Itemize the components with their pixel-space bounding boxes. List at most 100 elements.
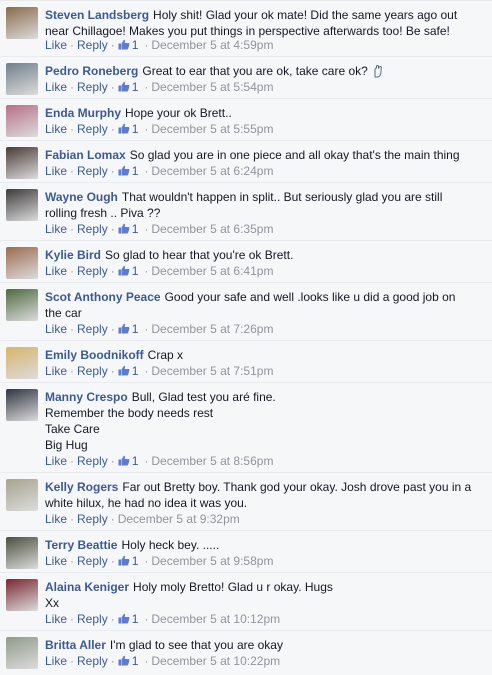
commenter-name[interactable]: Scot Anthony Peace	[45, 290, 161, 304]
like-count[interactable]: 1	[132, 264, 139, 278]
reply-link[interactable]: Reply	[77, 554, 108, 568]
avatar[interactable]	[6, 105, 38, 137]
separator: ·	[144, 454, 149, 468]
like-count[interactable]: 1	[132, 612, 139, 626]
reply-link[interactable]: Reply	[77, 364, 108, 378]
reply-link[interactable]: Reply	[77, 654, 108, 668]
like-link[interactable]: Like	[45, 554, 67, 568]
commenter-name[interactable]: Fabian Lomax	[45, 148, 126, 162]
avatar[interactable]	[6, 147, 38, 179]
like-link[interactable]: Like	[45, 264, 67, 278]
thumbs-up-icon	[118, 655, 130, 666]
like-count[interactable]: 1	[132, 454, 139, 468]
comment-body: Wayne Ough That wouldn't happen in split.…	[45, 189, 486, 221]
like-link[interactable]: Like	[45, 164, 67, 178]
avatar[interactable]	[6, 537, 38, 569]
reply-link[interactable]: Reply	[77, 38, 108, 52]
commenter-name[interactable]: Wayne Ough	[45, 190, 118, 204]
comment-timestamp[interactable]: December 5 at 7:51pm	[151, 364, 273, 378]
like-link[interactable]: Like	[45, 80, 67, 94]
commenter-name[interactable]: Emily Boodnikoff	[45, 348, 144, 362]
like-link[interactable]: Like	[45, 654, 67, 668]
like-link[interactable]: Like	[45, 322, 67, 336]
comment-actions: Like · Reply · 1 · December 5 at 6:24pm	[45, 163, 273, 179]
reply-link[interactable]: Reply	[77, 164, 108, 178]
comment: Alaina Keniger Holy moly Bretto! Glad u r…	[0, 572, 492, 630]
like-count[interactable]: 1	[132, 38, 139, 52]
like-count[interactable]: 1	[132, 122, 139, 136]
reply-link[interactable]: Reply	[77, 322, 108, 336]
commenter-name[interactable]: Britta Aller	[45, 638, 106, 652]
like-link[interactable]: Like	[45, 38, 67, 52]
commenter-name[interactable]: Terry Beattie	[45, 538, 117, 552]
commenter-name[interactable]: Manny Crespo	[45, 390, 128, 404]
comment-timestamp[interactable]: December 5 at 6:24pm	[151, 164, 273, 178]
comment-body: Britta Aller I'm glad to see that you are…	[45, 637, 486, 653]
commenter-name[interactable]: Enda Murphy	[45, 106, 121, 120]
reply-link[interactable]: Reply	[77, 222, 108, 236]
commenter-name[interactable]: Pedro Roneberg	[45, 64, 138, 78]
like-count[interactable]: 1	[132, 222, 139, 236]
avatar[interactable]	[6, 389, 38, 421]
comment-timestamp[interactable]: December 5 at 5:55pm	[151, 122, 273, 136]
comment-actions: Like · Reply · 1 · December 5 at 6:41pm	[45, 263, 273, 279]
comment: Scot Anthony Peace Good your safe and wel…	[0, 282, 492, 340]
comment-timestamp[interactable]: December 5 at 6:41pm	[151, 264, 273, 278]
like-count[interactable]: 1	[132, 164, 139, 178]
like-count[interactable]: 1	[132, 80, 139, 94]
commenter-name[interactable]: Alaina Keniger	[45, 580, 129, 594]
separator: ·	[110, 164, 115, 178]
commenter-name[interactable]: Steven Landsberg	[45, 8, 149, 22]
like-link[interactable]: Like	[45, 364, 67, 378]
like-count[interactable]: 1	[132, 554, 139, 568]
reply-link[interactable]: Reply	[77, 122, 108, 136]
comment-body: Manny Crespo Bull, Glad test you aré fine…	[45, 389, 486, 453]
comment-actions: Like · Reply · 1 · December 5 at 7:51pm	[45, 363, 273, 379]
avatar[interactable]	[6, 347, 38, 379]
comment-timestamp[interactable]: December 5 at 9:58pm	[151, 554, 273, 568]
reply-link[interactable]: Reply	[77, 612, 108, 626]
commenter-name[interactable]: Kelly Rogers	[45, 480, 118, 494]
comment-text: Crap x	[147, 348, 184, 362]
comment: Wayne Ough That wouldn't happen in split.…	[0, 182, 492, 240]
thumbs-up-icon	[118, 613, 130, 624]
like-link[interactable]: Like	[45, 122, 67, 136]
like-count[interactable]: 1	[132, 322, 139, 336]
avatar[interactable]	[6, 289, 38, 321]
comment-timestamp[interactable]: December 5 at 10:12pm	[151, 612, 280, 626]
like-count[interactable]: 1	[132, 654, 139, 668]
reply-link[interactable]: Reply	[77, 512, 108, 526]
avatar[interactable]	[6, 247, 38, 279]
avatar[interactable]	[6, 7, 38, 39]
like-link[interactable]: Like	[45, 612, 67, 626]
avatar[interactable]	[6, 63, 38, 95]
like-link[interactable]: Like	[45, 454, 67, 468]
comment-timestamp[interactable]: December 5 at 6:35pm	[151, 222, 273, 236]
comment-timestamp[interactable]: December 5 at 4:59pm	[151, 38, 273, 52]
avatar[interactable]	[6, 579, 38, 611]
avatar[interactable]	[6, 637, 38, 669]
reply-link[interactable]: Reply	[77, 80, 108, 94]
comment-timestamp[interactable]: December 5 at 9:32pm	[118, 512, 240, 526]
separator: ·	[144, 364, 149, 378]
like-link[interactable]: Like	[45, 512, 67, 526]
comment: Kelly Rogers Far out Bretty boy. Thank go…	[0, 472, 492, 530]
avatar[interactable]	[6, 189, 38, 221]
separator: ·	[70, 512, 75, 526]
avatar[interactable]	[6, 479, 38, 511]
comment-text: So glad you are in one piece and all oka…	[129, 148, 460, 162]
like-count[interactable]: 1	[132, 364, 139, 378]
reply-link[interactable]: Reply	[77, 264, 108, 278]
separator: ·	[110, 80, 115, 94]
like-link[interactable]: Like	[45, 222, 67, 236]
comment-timestamp[interactable]: December 5 at 7:26pm	[151, 322, 273, 336]
comment-timestamp[interactable]: December 5 at 5:54pm	[151, 80, 273, 94]
separator: ·	[144, 80, 149, 94]
comment-timestamp[interactable]: December 5 at 10:22pm	[151, 654, 280, 668]
comment-actions: Like · Reply · 1 · December 5 at 8:56pm	[45, 453, 273, 469]
separator: ·	[70, 654, 75, 668]
reply-link[interactable]: Reply	[77, 454, 108, 468]
comment-timestamp[interactable]: December 5 at 8:56pm	[151, 454, 273, 468]
separator: ·	[144, 222, 149, 236]
commenter-name[interactable]: Kylie Bird	[45, 248, 101, 262]
